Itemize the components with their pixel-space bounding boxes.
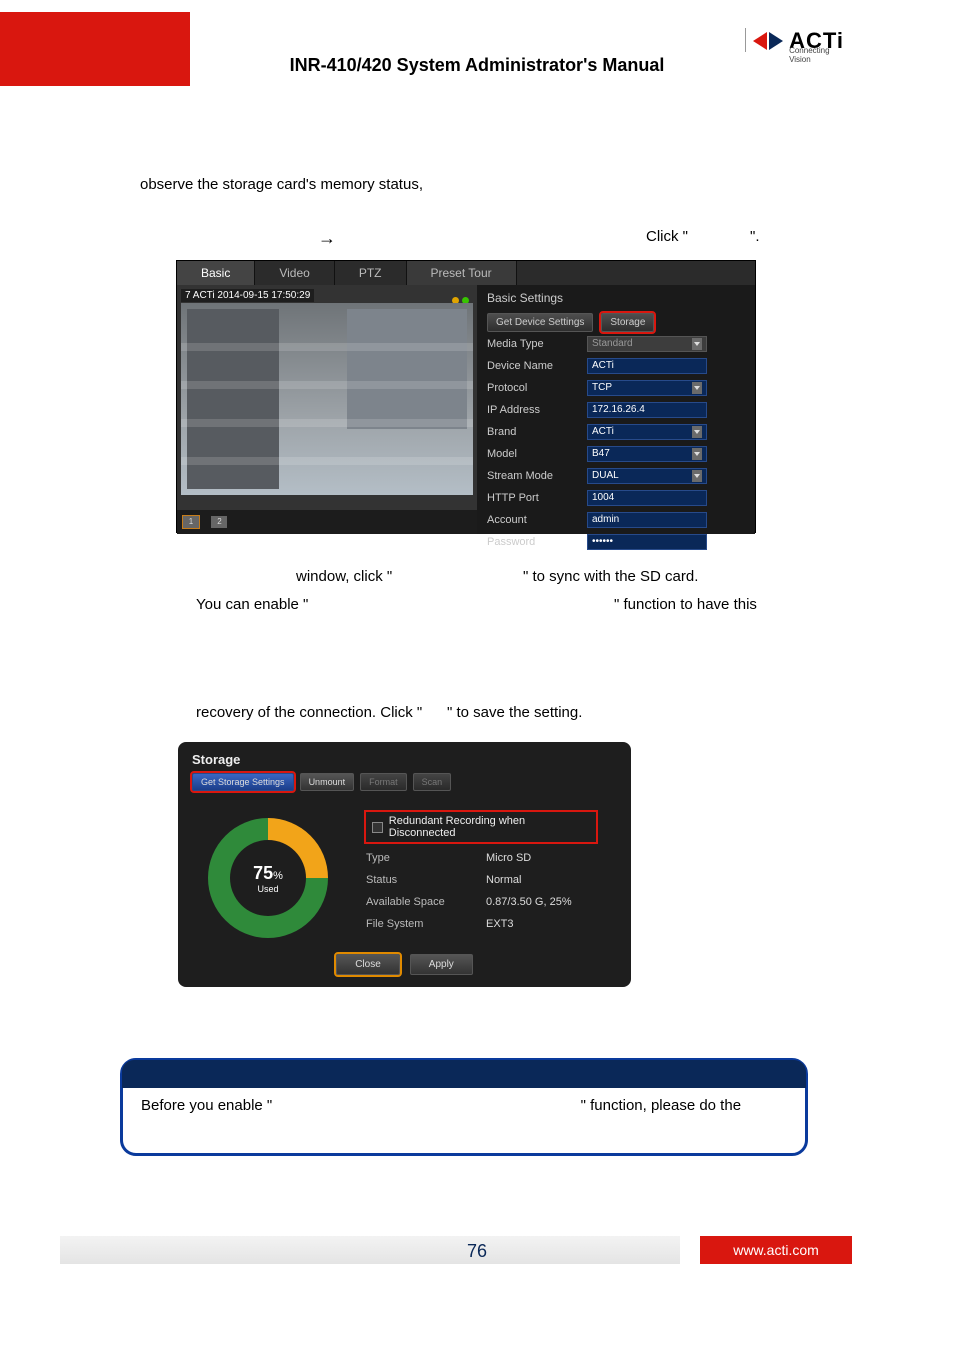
get-storage-settings-button[interactable]: Get Storage Settings <box>192 773 294 791</box>
scan-button[interactable]: Scan <box>413 773 452 791</box>
paragraph: " to save the setting. <box>447 704 582 721</box>
field-value: EXT3 <box>486 918 514 930</box>
camera-preview: 7 ACTi 2014-09-15 17:50:29 1 2 <box>177 285 477 534</box>
device-name-input[interactable]: ACTi <box>587 358 707 374</box>
tab-bar: Basic Video PTZ Preset Tour <box>177 261 755 285</box>
chevron-down-icon <box>692 470 702 482</box>
field-label: Brand <box>487 426 587 438</box>
checkbox-icon <box>372 822 383 833</box>
model-select[interactable]: B47 <box>587 446 707 462</box>
tab-ptz[interactable]: PTZ <box>335 261 407 285</box>
field-label: File System <box>366 918 486 930</box>
field-label: Account <box>487 514 587 526</box>
field-label: Type <box>366 852 486 864</box>
tab-video[interactable]: Video <box>255 261 334 285</box>
field-label: Password <box>487 536 587 548</box>
storage-button[interactable]: Storage <box>601 313 654 332</box>
paragraph: recovery of the connection. Click " <box>196 704 422 721</box>
protocol-select[interactable]: TCP <box>587 380 707 396</box>
paragraph: observe the storage card's memory status… <box>140 176 423 193</box>
screenshot-basic-settings: Basic Video PTZ Preset Tour 7 ACTi 2014-… <box>176 260 756 533</box>
paragraph: You can enable " <box>196 596 308 613</box>
thumbnail-strip: 1 2 <box>177 510 477 534</box>
paragraph: " to sync with the SD card. <box>523 568 698 585</box>
usage-label: Used <box>257 884 278 894</box>
camera-overlay-timestamp: 7 ACTi 2014-09-15 17:50:29 <box>181 289 314 302</box>
usage-percent: 75 <box>253 863 273 883</box>
field-label: Protocol <box>487 382 587 394</box>
chevron-down-icon <box>692 338 702 350</box>
thumbnail-2[interactable]: 2 <box>211 516 227 528</box>
chevron-down-icon <box>692 426 702 438</box>
brand-logo: ACTi Connecting Vision <box>753 28 844 54</box>
panel-title: Basic Settings <box>487 291 745 305</box>
note-text: Before you enable " <box>141 1097 272 1114</box>
field-value: Normal <box>486 874 521 886</box>
chevron-down-icon <box>692 382 702 394</box>
field-label: HTTP Port <box>487 492 587 504</box>
field-label: Device Name <box>487 360 587 372</box>
stream-mode-select[interactable]: DUAL <box>587 468 707 484</box>
thumbnail-1[interactable]: 1 <box>183 516 199 528</box>
field-label: Model <box>487 448 587 460</box>
logo-icon <box>753 30 783 52</box>
arrow-icon: → <box>318 228 336 249</box>
field-label: Media Type <box>487 338 587 350</box>
field-value: Micro SD <box>486 852 531 864</box>
screenshot-storage-dialog: Storage Get Storage Settings Unmount For… <box>178 742 631 987</box>
ip-address-input[interactable]: 172.16.26.4 <box>587 402 707 418</box>
account-input[interactable]: admin <box>587 512 707 528</box>
note-callout: Before you enable " " function, please d… <box>120 1058 808 1156</box>
paragraph: " function to have this <box>614 596 757 613</box>
tab-preset-tour[interactable]: Preset Tour <box>407 261 517 285</box>
apply-button[interactable]: Apply <box>410 954 473 975</box>
unmount-button[interactable]: Unmount <box>300 773 355 791</box>
brand-select[interactable]: ACTi <box>587 424 707 440</box>
chevron-down-icon <box>692 448 702 460</box>
paragraph: window, click " <box>296 568 392 585</box>
paragraph: ". <box>750 228 760 245</box>
tab-basic[interactable]: Basic <box>177 261 255 285</box>
format-button[interactable]: Format <box>360 773 407 791</box>
media-type-select[interactable]: Standard <box>587 336 707 352</box>
field-value: 0.87/3.50 G, 25% <box>486 896 572 908</box>
password-input[interactable]: •••••• <box>587 534 707 550</box>
field-label: IP Address <box>487 404 587 416</box>
footer-url: www.acti.com <box>700 1236 852 1264</box>
checkbox-label: Redundant Recording when Disconnected <box>389 815 590 839</box>
dialog-title: Storage <box>192 752 617 767</box>
camera-image <box>181 303 473 495</box>
basic-settings-panel: Basic Settings Get Device Settings Stora… <box>477 285 755 534</box>
storage-usage-chart: 75% Used <box>208 818 328 938</box>
field-label: Stream Mode <box>487 470 587 482</box>
field-label: Status <box>366 874 486 886</box>
redundant-recording-checkbox[interactable]: Redundant Recording when Disconnected <box>366 812 596 842</box>
http-port-input[interactable]: 1004 <box>587 490 707 506</box>
paragraph: Click " <box>646 228 688 245</box>
logo-tagline: Connecting Vision <box>789 46 846 64</box>
close-button[interactable]: Close <box>336 954 400 975</box>
field-label: Available Space <box>366 896 486 908</box>
get-device-settings-button[interactable]: Get Device Settings <box>487 313 593 332</box>
note-text: " function, please do the <box>581 1097 741 1114</box>
note-header-bar <box>122 1060 806 1088</box>
